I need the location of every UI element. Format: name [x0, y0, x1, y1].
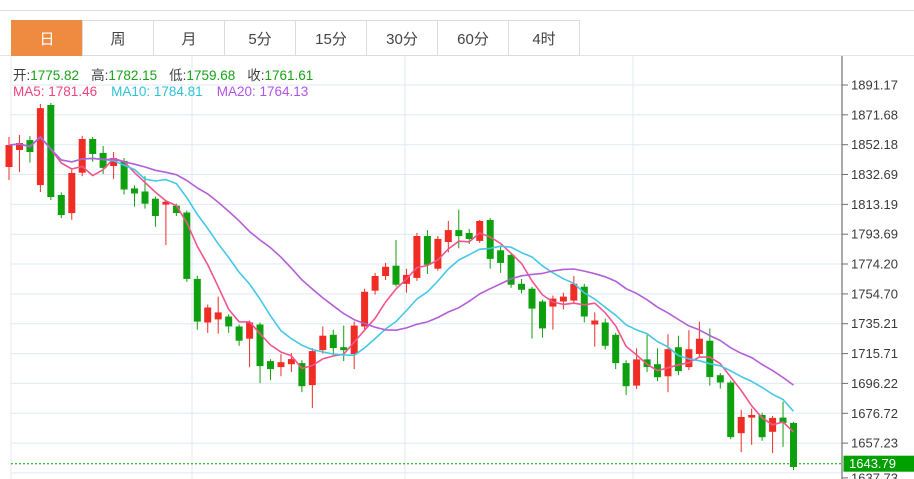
candle-body	[455, 230, 462, 236]
candles	[6, 103, 798, 470]
candle-body	[393, 266, 400, 285]
y-axis-label: 1813.19	[851, 197, 898, 212]
y-axis-label: 1676.72	[851, 406, 898, 421]
candle-body	[675, 347, 682, 371]
high-value: 1782.15	[108, 68, 157, 83]
y-axis-label: 1793.69	[851, 227, 898, 242]
tab-60min[interactable]: 60分	[437, 20, 509, 56]
candle-body	[466, 233, 473, 239]
candle-body	[382, 267, 389, 276]
low-label: 低:	[169, 68, 186, 83]
candle-body	[330, 335, 337, 348]
y-axis-label: 1871.68	[851, 107, 898, 122]
candle-body	[89, 139, 96, 154]
candle-body	[497, 250, 504, 263]
ma-readout: MA5: 1781.46 MA10: 1784.81 MA20: 1764.13	[13, 84, 308, 99]
candle-body	[309, 351, 316, 385]
candle-body	[204, 308, 211, 323]
close-label: 收:	[247, 68, 264, 83]
tab-week[interactable]: 周	[82, 20, 154, 56]
y-axis-label: 1774.20	[851, 257, 898, 272]
tab-4hour[interactable]: 4时	[508, 20, 580, 56]
candle-body	[58, 195, 65, 215]
candle-body	[424, 236, 431, 265]
tab-30min[interactable]: 30分	[366, 20, 438, 56]
tab-5min[interactable]: 5分	[224, 20, 296, 56]
y-axis: 1891.17 1871.68 1852.18 1832.69 1813.19 1793.…	[842, 56, 898, 479]
candle-body	[194, 279, 201, 322]
candle-body	[727, 383, 734, 438]
current-price-badge: 1643.79	[844, 456, 914, 472]
ma20-value: MA20: 1764.13	[217, 84, 309, 99]
y-axis-label: 1891.17	[851, 78, 898, 93]
candle-body	[738, 417, 745, 433]
candle-body	[445, 230, 452, 242]
candle-body	[340, 347, 347, 350]
candle-body	[539, 302, 546, 329]
tab-day[interactable]: 日	[11, 20, 83, 56]
y-axis-label: 1754.70	[851, 286, 898, 301]
candle-body	[361, 292, 368, 327]
timeframe-tabs: 日 周 月 5分 15分 30分 60分 4时	[11, 20, 580, 56]
candle-body	[319, 336, 326, 350]
candle-body	[278, 362, 285, 367]
candle-body	[518, 284, 525, 290]
candle-body	[633, 359, 640, 385]
y-axis-label: 1657.23	[851, 436, 898, 451]
close-value: 1761.61	[265, 68, 314, 83]
ma5-value: MA5: 1781.46	[13, 84, 97, 99]
y-axis-label: 1696.22	[851, 376, 898, 391]
candle-body	[152, 199, 159, 216]
candle-body	[529, 289, 536, 309]
candle-body	[131, 188, 138, 193]
open-label: 开:	[13, 68, 30, 83]
grid	[11, 56, 842, 479]
ohlc-readout: 开:1775.82 高:1782.15 低:1759.68 收:1761.61	[13, 64, 325, 84]
low-value: 1759.68	[186, 68, 235, 83]
top-divider	[0, 10, 914, 11]
candle-body	[665, 349, 672, 376]
candle-body	[68, 173, 75, 213]
candle-body	[372, 276, 379, 291]
candle-body	[623, 363, 630, 386]
candle-body	[413, 236, 420, 278]
candle-body	[602, 323, 609, 346]
candle-body	[476, 221, 483, 241]
open-value: 1775.82	[30, 68, 79, 83]
tab-15min[interactable]: 15分	[295, 20, 367, 56]
candle-body	[37, 108, 44, 185]
tab-month[interactable]: 月	[153, 20, 225, 56]
current-price-value: 1643.79	[849, 456, 896, 471]
candle-body	[225, 317, 232, 327]
candle-body	[696, 339, 703, 354]
ma10-value: MA10: 1784.81	[111, 84, 203, 99]
candle-body	[215, 312, 222, 319]
candle-body	[560, 297, 567, 302]
candle-body	[267, 361, 274, 369]
candle-body	[6, 145, 13, 167]
y-axis-label: 1852.18	[851, 137, 898, 152]
high-label: 高:	[91, 68, 108, 83]
candle-body	[434, 239, 441, 269]
candle-body	[748, 415, 755, 418]
candle-body	[236, 327, 243, 341]
candle-body	[717, 375, 724, 382]
y-axis-label: 1715.71	[851, 346, 898, 361]
candle-body	[612, 335, 619, 363]
kline-chart-screen: 1891.17 1871.68 1852.18 1832.69 1813.19 1793.…	[0, 0, 914, 479]
y-axis-label: 1735.21	[851, 316, 898, 331]
candle-body	[142, 192, 149, 204]
candle-body	[591, 321, 598, 325]
y-axis-label: 1832.69	[851, 167, 898, 182]
